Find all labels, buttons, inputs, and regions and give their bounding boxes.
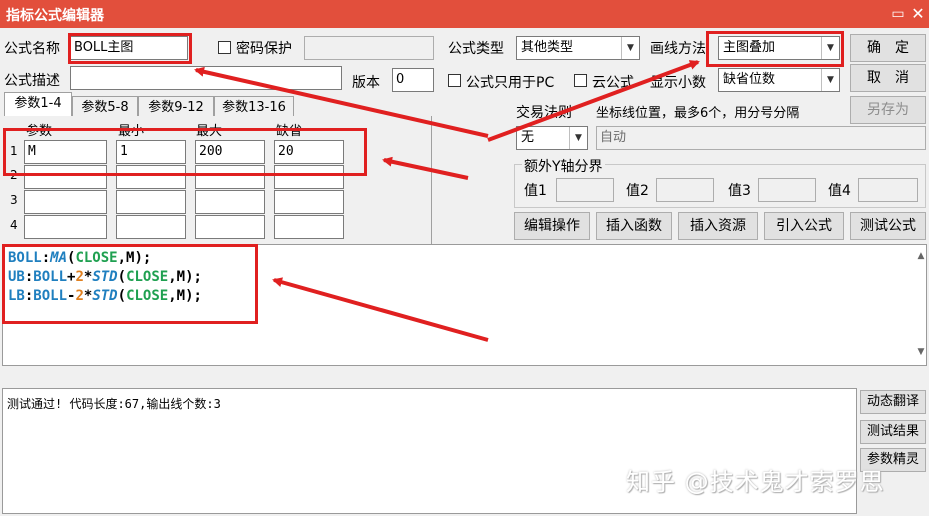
arrow-to-code [272, 277, 489, 342]
annotation-arrows [194, 60, 700, 342]
arrow-to-draw-method [487, 60, 700, 142]
arrow-to-params [382, 156, 469, 180]
arrow-to-name [194, 66, 489, 138]
